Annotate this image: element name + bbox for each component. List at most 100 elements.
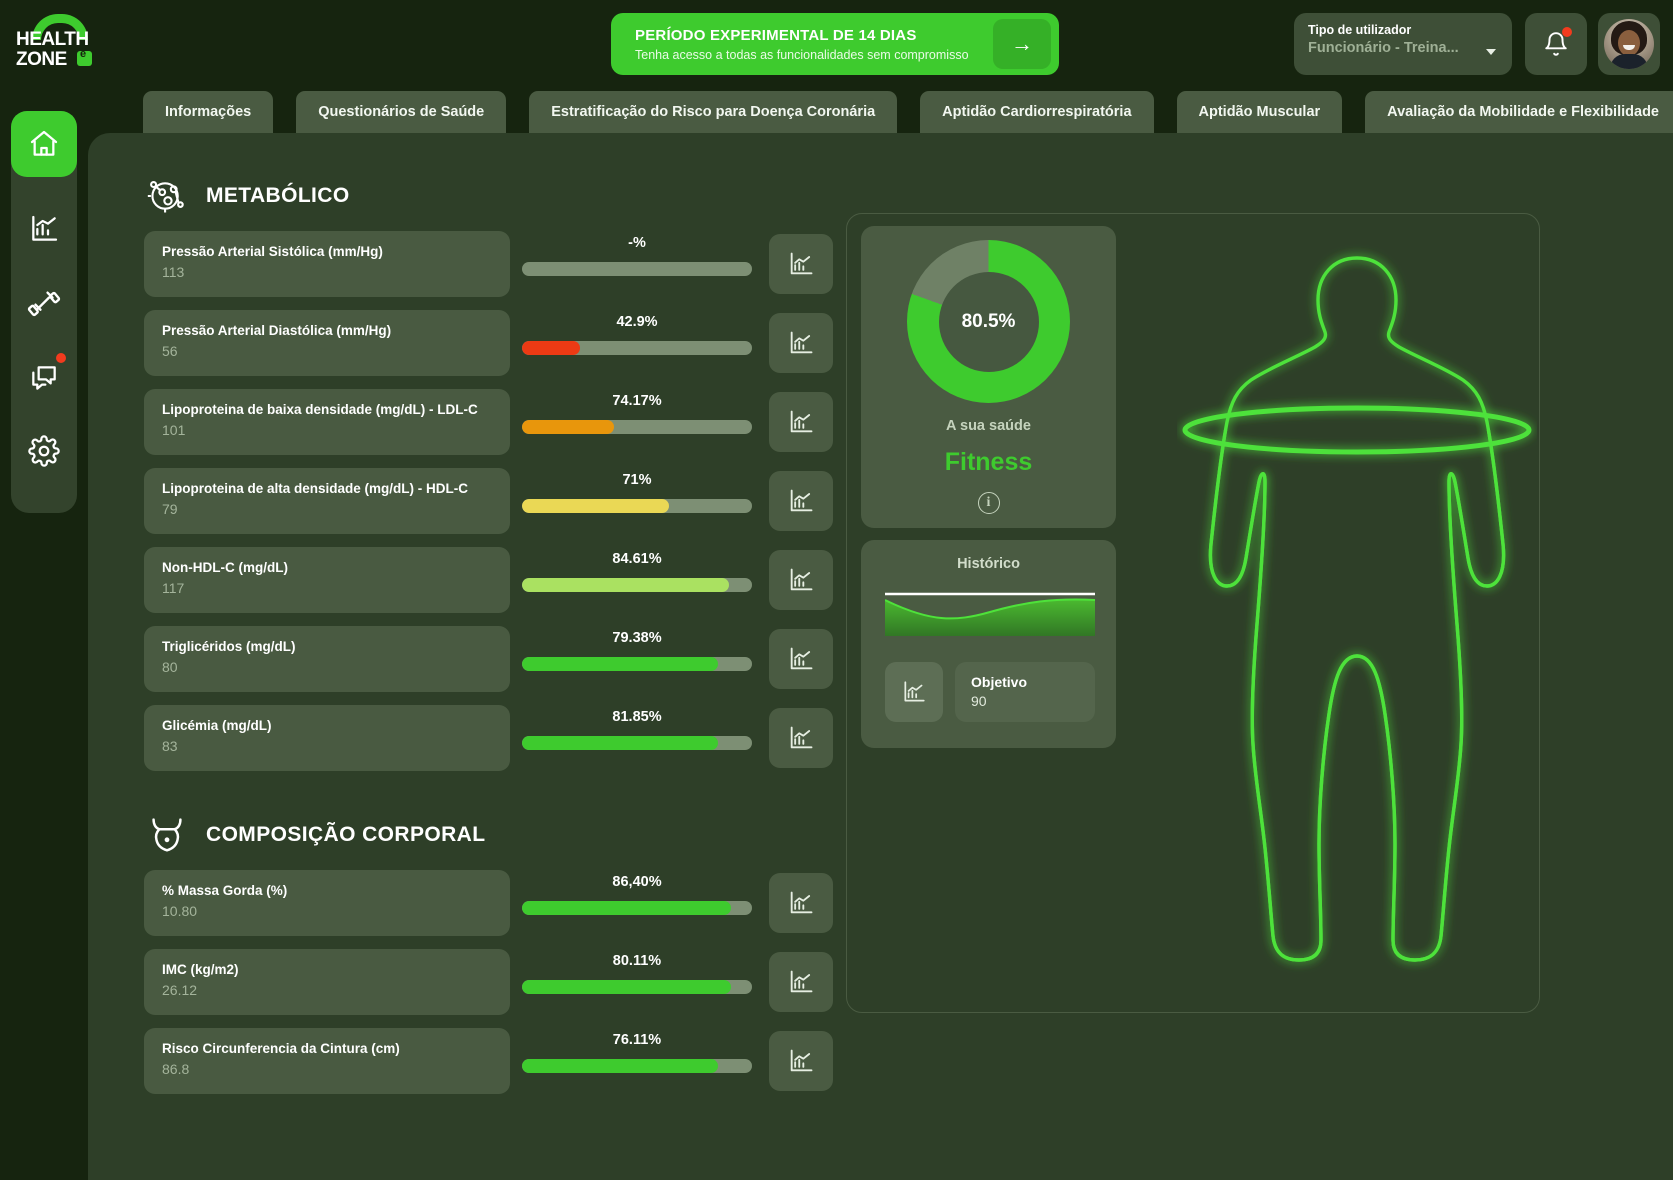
chevron-down-icon[interactable] xyxy=(1486,49,1496,55)
metric-row: Pressão Arterial Sistólica (mm/Hg) 113 -… xyxy=(144,231,833,321)
human-body-silhouette xyxy=(1182,256,1532,962)
history-chart-button[interactable] xyxy=(885,662,943,722)
metric-name: Pressão Arterial Diastólica (mm/Hg) xyxy=(162,323,392,338)
section-title: METABÓLICO xyxy=(206,184,350,207)
arrow-right-icon[interactable]: → xyxy=(993,19,1051,69)
tab-6[interactable]: Avaliação da Mobilidade e Flexibilidade xyxy=(1365,91,1673,133)
metric-chart-button[interactable] xyxy=(769,708,833,768)
user-avatar-button[interactable] xyxy=(1598,13,1660,75)
progress-fill xyxy=(522,420,614,434)
info-icon[interactable]: i xyxy=(977,492,1000,514)
metric-chart-button[interactable] xyxy=(769,313,833,373)
metric-percent: 81.85% xyxy=(612,709,662,725)
metric-progress: 74.17% xyxy=(522,393,752,434)
progress-fill xyxy=(522,980,732,994)
tab-2[interactable]: Questionários de Saúde xyxy=(296,91,507,133)
metric-progress: -% xyxy=(522,235,752,276)
user-type-value: Funcionário - Treina... xyxy=(1308,40,1459,56)
sidebar-item-messages[interactable] xyxy=(11,345,77,411)
top-bar: HEALTH ZONE PERÍODO EXPERIMENTAL DE 14 D… xyxy=(0,0,1673,88)
chart-icon xyxy=(790,970,813,993)
metric-percent: 42.9% xyxy=(616,314,658,330)
tab-4[interactable]: Aptidão Cardiorrespiratória xyxy=(920,91,1154,133)
metric-percent: 86,40% xyxy=(612,874,662,890)
metric-chart-button[interactable] xyxy=(769,873,833,933)
metric-chart-button[interactable] xyxy=(769,234,833,294)
avatar xyxy=(1604,19,1654,69)
tab-5[interactable]: Aptidão Muscular xyxy=(1176,91,1343,133)
metric-percent: -% xyxy=(628,235,646,251)
messages-badge xyxy=(56,353,66,363)
metric-progress: 71% xyxy=(522,472,752,513)
user-type-label: Tipo de utilizador xyxy=(1308,23,1412,37)
logo-line-2: ZONE xyxy=(16,49,67,70)
dumbbell-icon xyxy=(27,291,61,317)
metric-value: 80 xyxy=(162,659,178,675)
chart-icon xyxy=(790,489,813,512)
metric-card[interactable]: Non-HDL-C (mg/dL) 117 xyxy=(144,547,510,613)
progress-track xyxy=(522,341,752,355)
metric-card[interactable]: Lipoproteina de alta densidade (mg/dL) -… xyxy=(144,468,510,534)
progress-fill xyxy=(522,341,580,355)
app-logo[interactable]: HEALTH ZONE xyxy=(14,14,102,70)
metric-chart-button[interactable] xyxy=(769,1031,833,1091)
history-sparkline xyxy=(885,592,1095,636)
metric-value: 83 xyxy=(162,738,178,754)
metric-value: 101 xyxy=(162,422,186,438)
chart-icon xyxy=(790,331,813,354)
chart-icon xyxy=(790,647,813,670)
metric-card[interactable]: % Massa Gorda (%) 10.80 xyxy=(144,870,510,936)
metric-card[interactable]: Lipoproteina de baixa densidade (mg/dL) … xyxy=(144,389,510,455)
metric-name: % Massa Gorda (%) xyxy=(162,883,288,898)
metric-card[interactable]: Risco Circunferencia da Cintura (cm) 86.… xyxy=(144,1028,510,1094)
progress-track xyxy=(522,1059,752,1073)
notifications-button[interactable] xyxy=(1525,13,1587,75)
progress-fill xyxy=(522,901,732,915)
sidebar-item-home[interactable] xyxy=(11,111,77,177)
sidebar-item-analytics[interactable] xyxy=(11,196,77,262)
trial-title: PERÍODO EXPERIMENTAL DE 14 DIAS xyxy=(635,26,917,44)
user-type-selector[interactable]: Tipo de utilizador Funcionário - Treina.… xyxy=(1294,13,1512,75)
metric-row: Glicémia (mg/dL) 83 81.85% xyxy=(144,705,833,795)
metric-name: Pressão Arterial Sistólica (mm/Hg) xyxy=(162,244,383,259)
progress-track xyxy=(522,657,752,671)
chat-icon xyxy=(32,366,56,390)
metric-chart-button[interactable] xyxy=(769,952,833,1012)
progress-track xyxy=(522,980,752,994)
progress-fill xyxy=(522,499,670,513)
metric-percent: 71% xyxy=(622,472,652,488)
logo-badge-icon xyxy=(77,48,92,66)
tab-1[interactable]: Informações xyxy=(143,91,274,133)
metric-progress: 79.38% xyxy=(522,630,752,671)
sidebar-item-settings[interactable] xyxy=(11,418,77,484)
progress-track xyxy=(522,901,752,915)
tab-3[interactable]: Estratificação do Risco para Doença Coro… xyxy=(529,91,898,133)
gear-icon xyxy=(28,435,60,467)
trial-banner[interactable]: PERÍODO EXPERIMENTAL DE 14 DIAS Tenha ac… xyxy=(611,13,1059,75)
metric-value: 117 xyxy=(162,580,185,596)
body-level-ring xyxy=(1182,405,1532,455)
metric-card[interactable]: Pressão Arterial Sistólica (mm/Hg) 113 xyxy=(144,231,510,297)
metric-card[interactable]: Triglicéridos (mg/dL) 80 xyxy=(144,626,510,692)
metric-chart-button[interactable] xyxy=(769,392,833,452)
chart-icon xyxy=(32,215,58,241)
logo-line-1: HEALTH xyxy=(16,29,89,50)
metric-card[interactable]: IMC (kg/m2) 26.12 xyxy=(144,949,510,1015)
metric-value: 113 xyxy=(162,264,185,280)
tab-list: Informações Questionários de Saúde Estrati… xyxy=(143,88,1673,133)
molecule-icon xyxy=(147,180,184,213)
sidebar-item-training[interactable] xyxy=(11,271,77,337)
chart-icon xyxy=(790,726,813,749)
sidebar xyxy=(0,88,88,1180)
metric-chart-button[interactable] xyxy=(769,471,833,531)
metric-value: 56 xyxy=(162,343,178,359)
metric-chart-button[interactable] xyxy=(769,550,833,610)
metric-row: Non-HDL-C (mg/dL) 117 84.61% xyxy=(144,547,833,637)
chart-icon xyxy=(790,1049,813,1072)
metric-card[interactable]: Pressão Arterial Diastólica (mm/Hg) 56 xyxy=(144,310,510,376)
goal-value: 90 xyxy=(971,693,987,709)
metric-card[interactable]: Glicémia (mg/dL) 83 xyxy=(144,705,510,771)
goal-card[interactable]: Objetivo 90 xyxy=(955,662,1095,722)
metric-chart-button[interactable] xyxy=(769,629,833,689)
metric-row: Risco Circunferencia da Cintura (cm) 86.… xyxy=(144,1028,833,1118)
